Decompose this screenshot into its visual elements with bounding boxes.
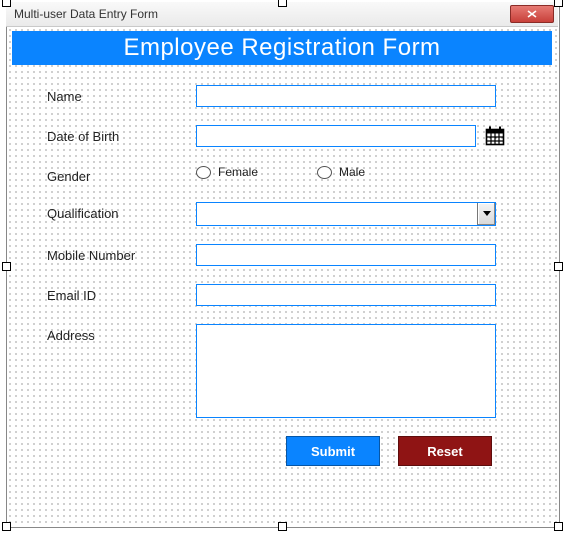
- radio-icon: [317, 166, 332, 179]
- selection-handle[interactable]: [554, 0, 563, 7]
- row-qualification: Qualification: [46, 202, 530, 226]
- selection-handle[interactable]: [2, 262, 11, 271]
- selection-handle[interactable]: [554, 262, 563, 271]
- reset-button-label: Reset: [427, 444, 462, 459]
- qualification-value: [197, 203, 477, 225]
- row-email: Email ID: [46, 284, 530, 306]
- reset-button[interactable]: Reset: [398, 436, 492, 466]
- label-qualification: Qualification: [46, 202, 196, 221]
- selection-handle[interactable]: [2, 0, 11, 7]
- label-email: Email ID: [46, 284, 196, 303]
- qualification-combobox[interactable]: [196, 202, 496, 226]
- form-header: Employee Registration Form: [12, 31, 552, 65]
- submit-button-label: Submit: [311, 444, 355, 459]
- chevron-down-icon[interactable]: [477, 203, 495, 225]
- name-input[interactable]: [196, 85, 496, 107]
- row-mobile: Mobile Number: [46, 244, 530, 266]
- form-title: Employee Registration Form: [123, 34, 440, 62]
- mobile-input[interactable]: [196, 244, 496, 266]
- selection-handle[interactable]: [278, 0, 287, 7]
- close-button[interactable]: [510, 5, 554, 23]
- selection-handle[interactable]: [278, 522, 287, 531]
- radio-male-label: Male: [338, 165, 366, 179]
- selection-handle[interactable]: [554, 522, 563, 531]
- label-name: Name: [46, 85, 196, 104]
- label-mobile: Mobile Number: [46, 244, 196, 263]
- label-gender: Gender: [46, 165, 196, 184]
- calendar-icon[interactable]: [484, 125, 506, 147]
- label-address: Address: [46, 324, 196, 343]
- button-row: Submit Reset: [46, 436, 530, 466]
- close-icon: [527, 10, 537, 18]
- radio-female[interactable]: Female: [196, 165, 259, 179]
- address-textarea[interactable]: [196, 324, 496, 418]
- submit-button[interactable]: Submit: [286, 436, 380, 466]
- row-address: Address: [46, 324, 530, 418]
- radio-female-label: Female: [217, 165, 259, 179]
- userform-window: Multi-user Data Entry Form Employee Regi…: [6, 2, 558, 526]
- selection-handle[interactable]: [2, 522, 11, 531]
- form-body: Name Date of Birth: [6, 65, 558, 482]
- dob-input[interactable]: [196, 125, 476, 147]
- radio-male[interactable]: Male: [317, 165, 366, 179]
- window-title: Multi-user Data Entry Form: [14, 7, 510, 21]
- row-gender: Gender Female Male: [46, 165, 530, 184]
- email-input[interactable]: [196, 284, 496, 306]
- label-dob: Date of Birth: [46, 125, 196, 144]
- row-name: Name: [46, 85, 530, 107]
- row-dob: Date of Birth: [46, 125, 530, 147]
- radio-icon: [196, 166, 211, 179]
